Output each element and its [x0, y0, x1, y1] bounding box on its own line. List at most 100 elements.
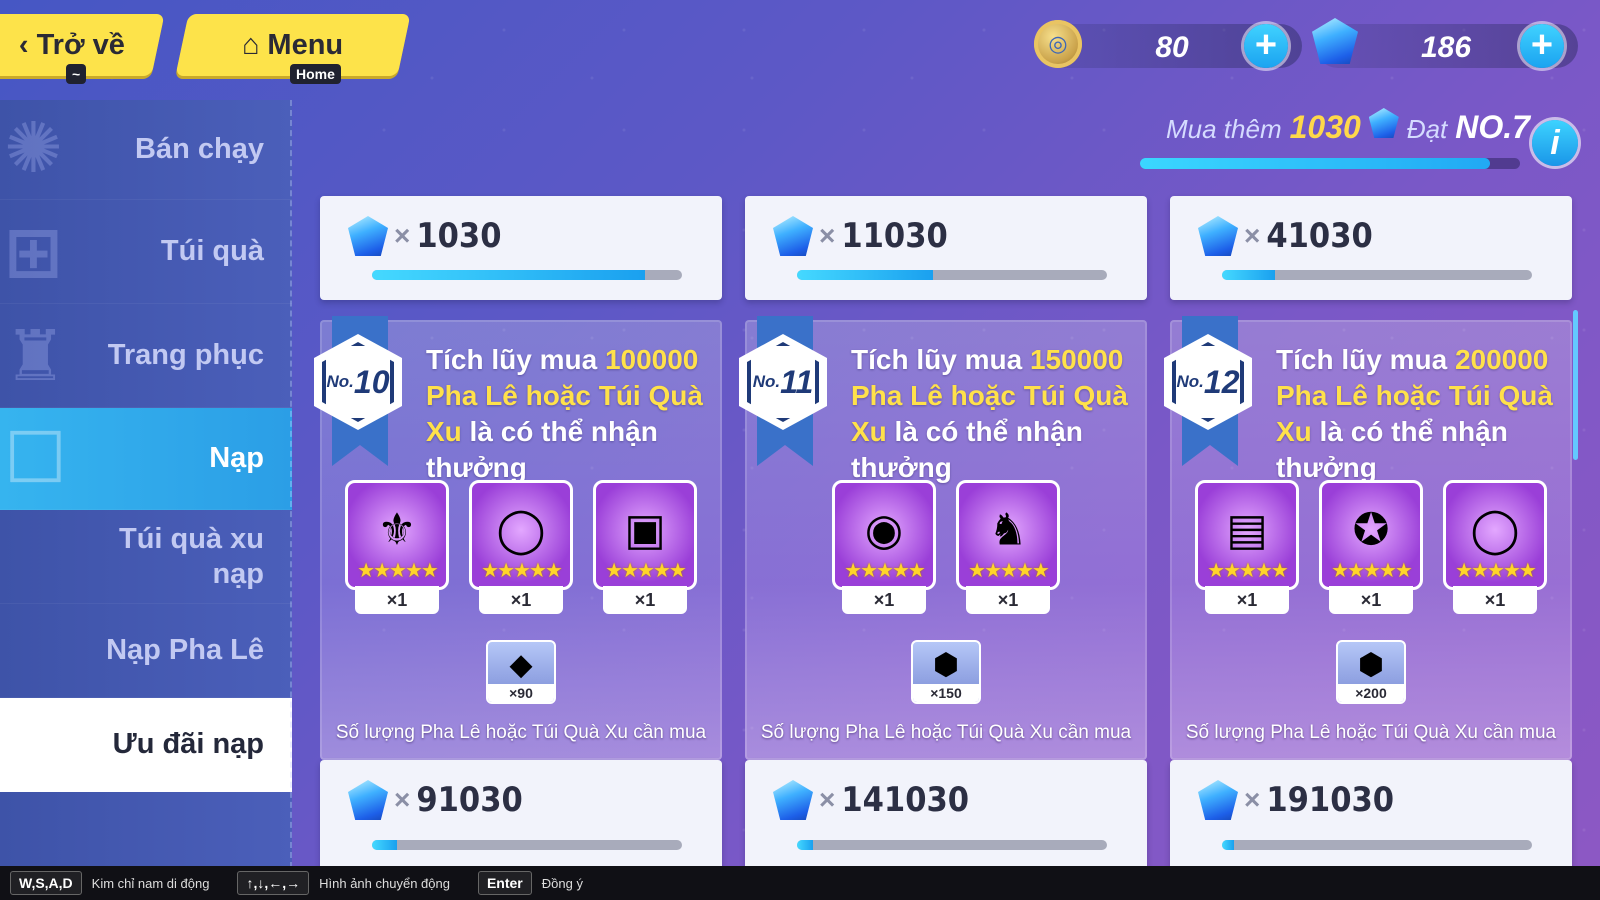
reach-label: Đạt [1406, 114, 1448, 144]
gem-counter: 186 + [1312, 18, 1578, 68]
reward-item[interactable]: ◯ ★★★★★ ×1 [1443, 480, 1547, 614]
menu-key-hint: Home [290, 64, 341, 84]
sidebar-item-label: Trang phục [107, 339, 264, 372]
sidebar-item-topup-offers[interactable]: Ưu đãi nạp [0, 698, 292, 792]
desc-highlight-number: 150000 [1029, 344, 1124, 375]
desc-text: Tích lũy mua [426, 344, 605, 375]
reward-quantity: ×1 [842, 586, 926, 614]
reward-item[interactable]: ◉ ★★★★★ ×1 [832, 480, 936, 614]
rarity-stars: ★★★★★ [605, 560, 687, 582]
rank-number: 12 [1203, 363, 1240, 400]
current-amount-card: × 41030 [1170, 196, 1572, 300]
info-button[interactable]: i [1532, 120, 1578, 166]
reward-quantity: ×1 [1329, 586, 1413, 614]
tier-description: Tích lũy mua 150000 Pha Lê hoặc Túi Quà … [851, 342, 1141, 486]
amount-progress-fill [797, 270, 934, 280]
reward-item[interactable]: ⚜ ★★★★★ ×1 [345, 480, 449, 614]
shirt-icon: ♜ [4, 317, 67, 395]
bonus-quantity: ×150 [913, 684, 979, 702]
amount-progress-fill [372, 270, 645, 280]
reward-art-icon: ◯ [496, 505, 546, 555]
reward-quantity: ×1 [1205, 586, 1289, 614]
times-sign: × [394, 784, 411, 815]
required-amount-label: Số lượng Pha Lê hoặc Túi Quà Xu cần mua [760, 722, 1132, 743]
amount-progress-fill [1222, 270, 1275, 280]
sidebar-item-coin-topup-bags[interactable]: Túi quà xu nạp [0, 510, 292, 604]
reward-tile: ◯ ★★★★★ [469, 480, 573, 590]
hot-badge-icon: ✺ [4, 109, 63, 187]
reward-tile: ▤ ★★★★★ [1195, 480, 1299, 590]
coin-icon: ◎ [1034, 20, 1082, 68]
required-progress-fill [372, 840, 397, 850]
sidebar-item-label: Nạp [209, 442, 264, 475]
reward-item[interactable]: ◯ ★★★★★ ×1 [469, 480, 573, 614]
add-gem-button[interactable]: + [1520, 24, 1564, 68]
reward-item[interactable]: ♞ ★★★★★ ×1 [956, 480, 1060, 614]
reward-art-icon: ◯ [1470, 505, 1520, 555]
sidebar: ✺ Bán chạy ⊞ Túi quà ♜ Trang phục ☐ Nạp … [0, 100, 292, 868]
buy-more-amount: 1030 [1289, 109, 1361, 145]
current-amount: 1030 [416, 216, 502, 256]
bonus-material-item[interactable]: ⬢ ×200 [1336, 640, 1406, 704]
reward-item[interactable]: ✪ ★★★★★ ×1 [1319, 480, 1423, 614]
sidebar-item-label: Túi quà xu nạp [119, 522, 264, 590]
desc-text: Tích lũy mua [1276, 344, 1455, 375]
required-progress-bar [372, 840, 682, 850]
buy-more-info: Mua thêm 1030 Đạt NO.7 [1166, 108, 1530, 146]
reward-tile: ◉ ★★★★★ [832, 480, 936, 590]
crystal-icon [348, 216, 388, 256]
rarity-stars: ★★★★★ [1331, 560, 1413, 582]
reward-tier-column: × 11030 No. 11 Tích lũy mua 150000 Pha Lê… [739, 196, 1147, 870]
reward-item[interactable]: ▣ ★★★★★ ×1 [593, 480, 697, 614]
crystal-icon [773, 216, 813, 256]
sidebar-item-gift-bags[interactable]: ⊞ Túi quà [0, 200, 292, 304]
bonus-material-item[interactable]: ⬢ ×150 [911, 640, 981, 704]
sidebar-item-crystal-topup[interactable]: Nạp Pha Lê [0, 604, 292, 698]
sidebar-item-outfits[interactable]: ♜ Trang phục [0, 304, 292, 408]
amount-progress-bar [797, 270, 1107, 280]
add-coin-button[interactable]: + [1244, 24, 1288, 68]
reward-item[interactable]: ▤ ★★★★★ ×1 [1195, 480, 1299, 614]
reward-tier-column: × 1030 No. 10 Tích lũy mua 100000 Pha Lê … [314, 196, 722, 870]
rank-progress-fill [1140, 158, 1490, 169]
rarity-stars: ★★★★★ [844, 560, 926, 582]
bonus-material-item[interactable]: ◆ ×90 [486, 640, 556, 704]
reward-quantity: ×1 [603, 586, 687, 614]
desc-highlight-number: 200000 [1454, 344, 1549, 375]
reward-list: ▤ ★★★★★ ×1 ✪ ★★★★★ ×1 ◯ ★★★★★ ×1 [1170, 480, 1572, 614]
reward-quantity: ×1 [1453, 586, 1537, 614]
required-progress-bar [1222, 840, 1532, 850]
sidebar-item-best-sellers[interactable]: ✺ Bán chạy [0, 100, 292, 200]
reward-quantity: ×1 [479, 586, 563, 614]
sidebar-item-topup[interactable]: ☐ Nạp [0, 408, 292, 510]
current-amount-card: × 1030 [320, 196, 722, 300]
buy-more-label: Mua thêm [1166, 114, 1282, 144]
tier-description: Tích lũy mua 100000 Pha Lê hoặc Túi Quà … [426, 342, 716, 486]
bonus-quantity: ×200 [1338, 684, 1404, 702]
reward-art-icon: ▣ [624, 505, 666, 555]
reward-tile: ◯ ★★★★★ [1443, 480, 1547, 590]
rank-number: 11 [780, 363, 814, 400]
scrollbar[interactable] [1573, 310, 1578, 460]
hint-key: Enter [477, 871, 532, 895]
coin-value: 80 [1155, 31, 1189, 64]
reward-list: ⚜ ★★★★★ ×1 ◯ ★★★★★ ×1 ▣ ★★★★★ ×1 [320, 480, 722, 614]
reward-art-icon: ♞ [988, 505, 1028, 555]
bonus-quantity: ×90 [488, 684, 554, 702]
sidebar-item-label: Nạp Pha Lê [106, 634, 264, 667]
home-icon: ⌂ [242, 28, 260, 61]
required-amount: 191030 [1266, 780, 1395, 820]
times-sign: × [819, 220, 836, 251]
rarity-stars: ★★★★★ [1455, 560, 1537, 582]
gem-value: 186 [1420, 31, 1472, 64]
reach-rank: NO.7 [1455, 109, 1530, 145]
reward-tile: ✪ ★★★★★ [1319, 480, 1423, 590]
rarity-stars: ★★★★★ [1207, 560, 1289, 582]
times-sign: × [394, 220, 411, 251]
crystal-icon [1198, 216, 1238, 256]
required-amount-card: × 191030 [1170, 760, 1572, 870]
crystal-icon [1198, 780, 1238, 820]
reward-tier-column: × 41030 No. 12 Tích lũy mua 200000 Pha Lê… [1164, 196, 1572, 870]
crystal-icon [348, 780, 388, 820]
required-amount-card: × 141030 [745, 760, 1147, 870]
